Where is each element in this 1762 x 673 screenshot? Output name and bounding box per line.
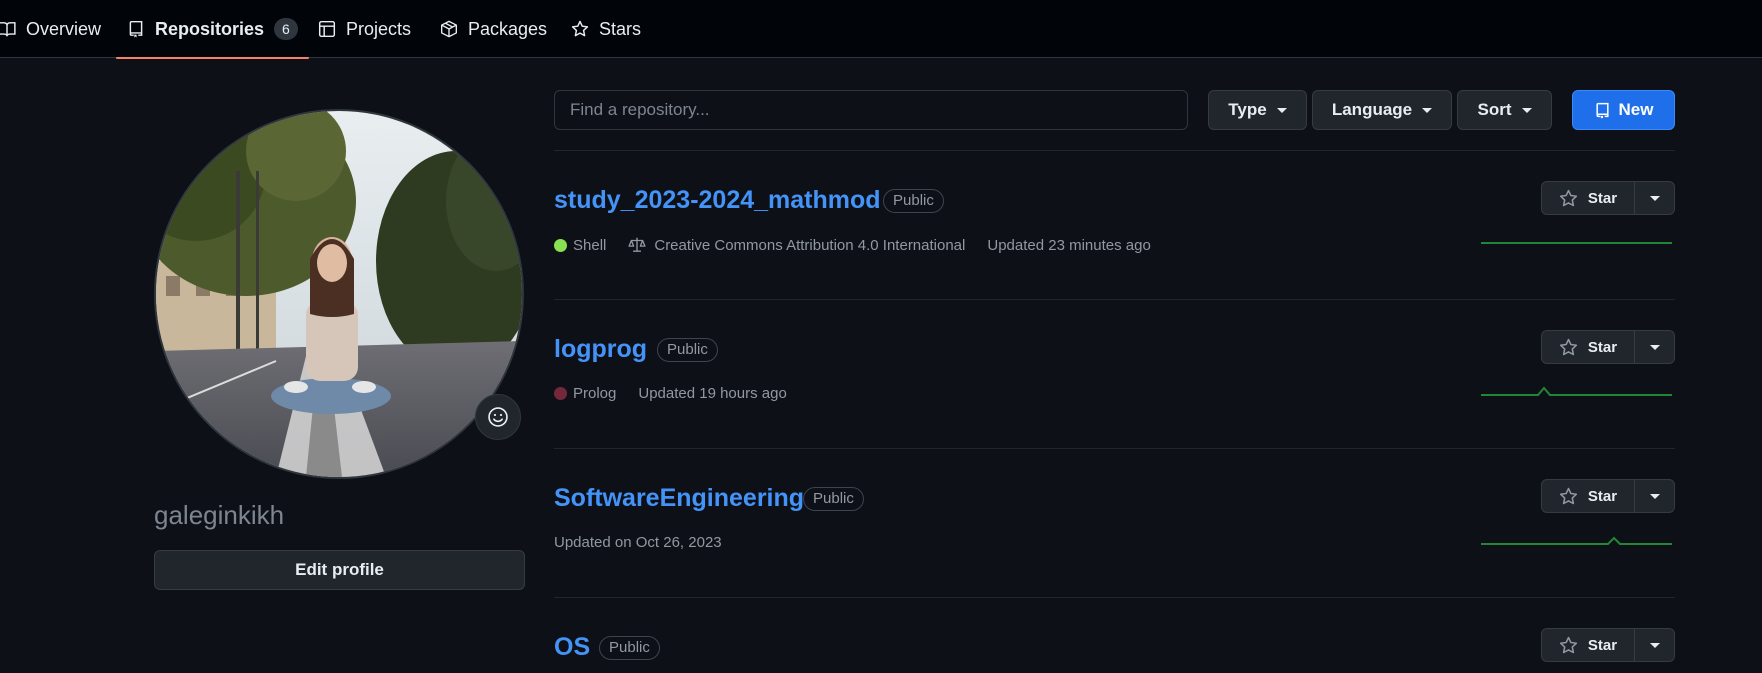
username: galeginkikh xyxy=(154,500,285,530)
type-filter-label: Type xyxy=(1228,100,1267,119)
chevron-down-icon xyxy=(1649,493,1660,499)
new-repository-button[interactable]: New xyxy=(1572,90,1675,130)
repo-language: Shell xyxy=(573,236,607,254)
star-icon xyxy=(1559,487,1578,504)
divider xyxy=(554,597,1675,598)
chevron-down-icon xyxy=(1521,107,1532,113)
chevron-down-icon xyxy=(1276,107,1287,113)
star-icon xyxy=(1559,636,1578,653)
profile-nav: Overview Repositories 6 Projects Package… xyxy=(0,0,1762,59)
star-button[interactable]: Star xyxy=(1542,480,1635,512)
tab-packages-label: Packages xyxy=(468,18,548,39)
new-repository-label: New xyxy=(1618,100,1654,119)
repo-name-link[interactable]: logprog xyxy=(554,335,647,364)
tab-overview-label: Overview xyxy=(26,18,102,39)
star-button[interactable]: Star xyxy=(1542,629,1635,661)
visibility-badge: Public xyxy=(883,189,944,213)
chevron-down-icon xyxy=(1649,642,1660,648)
repo-name-link[interactable]: study_2023-2024_mathmod xyxy=(554,186,881,215)
activity-sparkline xyxy=(1481,242,1672,244)
language-filter-label: Language xyxy=(1331,100,1413,119)
star-icon xyxy=(1559,189,1578,206)
repo-meta: Prolog Updated 19 hours ago xyxy=(554,385,787,402)
law-icon xyxy=(628,237,646,252)
repo-icon xyxy=(129,20,143,38)
avatar-photo xyxy=(156,111,522,477)
repo-name-link[interactable]: SoftwareEngineering xyxy=(554,484,804,513)
sort-button[interactable]: Sort xyxy=(1457,90,1552,130)
divider xyxy=(554,448,1675,449)
tab-repositories[interactable]: Repositories 6 xyxy=(116,0,309,59)
repo-updated: Updated 19 hours ago xyxy=(638,385,787,402)
star-list-dropdown[interactable] xyxy=(1635,629,1674,661)
tab-repositories-label: Repositories xyxy=(155,18,265,39)
star-list-dropdown[interactable] xyxy=(1635,331,1674,363)
star-button-group: Star xyxy=(1541,628,1675,662)
edit-profile-button[interactable]: Edit profile xyxy=(154,550,525,590)
repositories-count-badge: 6 xyxy=(274,18,298,40)
divider xyxy=(554,299,1675,300)
star-button[interactable]: Star xyxy=(1542,331,1635,363)
star-button-group: Star xyxy=(1541,330,1675,364)
star-button-group: Star xyxy=(1541,479,1675,513)
language-color-dot xyxy=(554,238,567,252)
language-filter-button[interactable]: Language xyxy=(1312,90,1452,130)
visibility-badge: Public xyxy=(657,338,718,362)
book-icon xyxy=(0,22,16,37)
visibility-badge: Public xyxy=(599,636,660,660)
star-label: Star xyxy=(1587,189,1618,207)
repo-name-link[interactable]: OS xyxy=(554,633,590,662)
tab-projects-label: Projects xyxy=(346,18,412,39)
repo-updated: Updated on Oct 26, 2023 xyxy=(554,534,722,551)
package-icon xyxy=(441,20,457,38)
tab-stars[interactable]: Stars xyxy=(571,0,641,58)
star-button[interactable]: Star xyxy=(1542,182,1635,214)
smiley-icon xyxy=(488,407,508,427)
type-filter-button[interactable]: Type xyxy=(1208,90,1307,130)
avatar[interactable] xyxy=(154,109,524,479)
visibility-badge: Public xyxy=(803,487,864,511)
activity-sparkline xyxy=(1481,536,1672,545)
star-button-group: Star xyxy=(1541,181,1675,215)
tab-overview[interactable]: Overview xyxy=(0,0,101,58)
repo-meta: Updated on Oct 26, 2023 xyxy=(554,534,722,551)
project-table-icon xyxy=(318,20,336,38)
activity-sparkline xyxy=(1481,386,1672,396)
divider xyxy=(554,150,1675,151)
chevron-down-icon xyxy=(1422,107,1433,113)
star-icon xyxy=(1559,338,1578,355)
chevron-down-icon xyxy=(1649,195,1660,201)
star-label: Star xyxy=(1587,338,1618,356)
star-label: Star xyxy=(1587,636,1618,654)
repo-meta: Shell Creative Commons Attribution 4.0 I… xyxy=(554,236,1151,254)
language-color-dot xyxy=(554,387,567,400)
repo-language: Prolog xyxy=(573,385,617,402)
search-input[interactable] xyxy=(554,90,1188,130)
tab-projects[interactable]: Projects xyxy=(318,0,411,58)
star-list-dropdown[interactable] xyxy=(1635,480,1674,512)
active-tab-indicator xyxy=(116,57,309,59)
repo-icon xyxy=(1595,102,1609,118)
star-list-dropdown[interactable] xyxy=(1635,182,1674,214)
set-status-button[interactable] xyxy=(475,394,521,440)
sort-label: Sort xyxy=(1477,100,1512,119)
tab-stars-label: Stars xyxy=(599,18,642,39)
star-icon xyxy=(571,20,589,37)
tab-packages[interactable]: Packages xyxy=(440,0,547,58)
star-label: Star xyxy=(1587,487,1618,505)
chevron-down-icon xyxy=(1649,344,1660,350)
repo-license: Creative Commons Attribution 4.0 Interna… xyxy=(654,236,966,254)
repo-updated: Updated 23 minutes ago xyxy=(987,236,1151,254)
